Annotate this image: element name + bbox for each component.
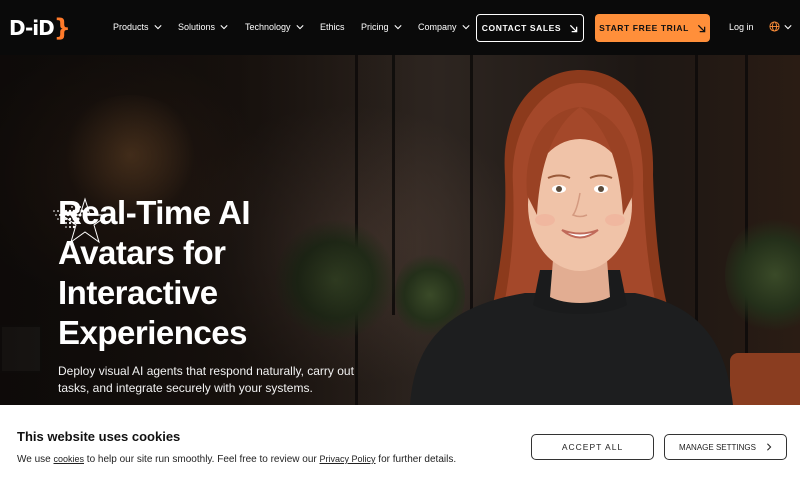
login-link[interactable]: Log in [729,22,754,32]
manage-settings-button[interactable]: MANAGE SETTINGS [664,434,787,460]
accept-all-button[interactable]: ACCEPT ALL [531,434,654,460]
chevron-down-icon [153,25,162,30]
ai-avatar-image [410,70,733,405]
nav-item-products[interactable]: Products [113,22,162,32]
language-selector[interactable] [769,21,792,32]
chevron-down-icon [461,25,470,30]
hero-title-line: Interactive [58,274,218,311]
cookie-banner-title: This website uses cookies [17,429,181,444]
nav-item-solutions[interactable]: Solutions [178,22,228,32]
nav-item-label: Technology [245,22,291,32]
nav-item-company[interactable]: Company [418,22,470,32]
cookie-banner: This website uses cookies We use cookies… [0,405,800,500]
hero-title-line: Experiences [58,314,247,351]
hero-title-line: Avatars for [58,234,226,271]
manage-settings-label: MANAGE SETTINGS [679,442,756,452]
hero-title: Real-Time AI Avatars for Interactive Exp… [58,193,358,353]
sofa-decor [730,353,800,405]
globe-icon [769,21,780,32]
start-free-trial-button[interactable]: START FREE TRIAL [595,14,710,42]
cookie-text-part: to help our site run smoothly. Feel free… [84,454,320,465]
chevron-right-icon [766,443,772,451]
nav-item-technology[interactable]: Technology [245,22,304,32]
arrow-down-right-icon [697,24,706,32]
chevron-down-icon [220,25,228,30]
nav-item-label: Company [418,22,457,32]
nav-item-label: Products [113,22,149,32]
chevron-down-icon [393,25,402,30]
cookie-text-part: for further details. [375,454,457,465]
nav-item-pricing[interactable]: Pricing [361,22,402,32]
hero-section: Real-Time AI Avatars for Interactive Exp… [0,55,800,405]
privacy-policy-link[interactable]: Privacy Policy [320,454,376,464]
nav-item-label: Solutions [178,22,216,32]
chevron-down-icon [295,25,304,30]
contact-sales-label: CONTACT SALES [481,23,562,33]
d-id-logo[interactable]: D-iD } [9,14,71,42]
nav-item-label: Ethics [320,22,345,32]
contact-sales-button[interactable]: CONTACT SALES [476,14,584,42]
hero-subtitle: Deploy visual AI agents that respond nat… [58,364,354,395]
top-navigation: D-iD } Products Solutions Technology Eth… [0,0,800,55]
logo-brace: } [53,14,71,42]
nav-item-ethics[interactable]: Ethics [320,22,345,32]
cookie-text-part: We use [17,454,54,465]
hero-title-line: Real-Time AI [58,194,251,231]
cookie-banner-text: We use cookies to help our site run smoo… [17,454,456,465]
cookies-link[interactable]: cookies [54,454,85,464]
plant-decor [725,215,800,335]
arrow-down-right-icon [570,24,578,32]
logo-text: D-iD [9,16,55,40]
start-free-trial-label: START FREE TRIAL [599,23,689,33]
chevron-down-icon [784,24,792,29]
nav-item-label: Pricing [361,22,389,32]
